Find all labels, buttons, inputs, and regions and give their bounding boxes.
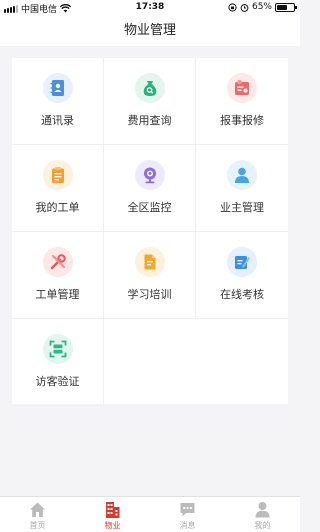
- document-icon: [144, 254, 156, 270]
- icon-circle: [227, 160, 257, 190]
- camera-icon: [144, 167, 156, 184]
- grid-item-monitoring[interactable]: 全区监控: [104, 145, 196, 232]
- grid-item-fee-query[interactable]: 费用查询: [104, 58, 196, 145]
- icon-circle: [135, 73, 165, 103]
- grid-item-label: 我的工单: [35, 201, 80, 214]
- building-icon: [106, 502, 120, 518]
- money-bag-icon: [143, 81, 157, 96]
- contacts-icon: [50, 80, 64, 96]
- icon-circle: [227, 73, 257, 103]
- grid-item-label: 报事报修: [220, 114, 264, 127]
- status-bar: 中国电信 17:38 65%: [0, 0, 300, 16]
- tab-property[interactable]: 物业: [75, 497, 150, 532]
- home-icon: [30, 502, 45, 517]
- tab-bar: 首页 物业 消息 我的: [0, 496, 300, 532]
- icon-circle: [227, 247, 257, 277]
- grid-item-label: 全区监控: [127, 201, 172, 214]
- grid-item-contacts[interactable]: 通讯录: [12, 58, 104, 145]
- grid-item-my-orders[interactable]: 我的工单: [12, 145, 104, 232]
- tab-label: 消息: [179, 521, 196, 530]
- grid-item-label: 业主管理: [220, 201, 264, 214]
- tools-icon: [50, 254, 66, 270]
- icon-circle: [43, 73, 73, 103]
- grid-item-owner-management[interactable]: 业主管理: [196, 145, 288, 232]
- grid-item-label: 费用查询: [127, 114, 172, 127]
- grid-item-label: 访客验证: [35, 375, 80, 388]
- grid-item-online-assessment[interactable]: 在线考核: [196, 232, 288, 319]
- grid-item-label: 学习培训: [127, 288, 172, 301]
- repair-report-icon: [235, 80, 249, 95]
- grid-item-visitor-verification[interactable]: 访客验证: [12, 319, 104, 406]
- grid-item-label: 通讯录: [41, 114, 74, 127]
- alarm-icon: [240, 3, 249, 12]
- battery-percent: 65%: [251, 2, 272, 12]
- clipboard-icon: [52, 167, 64, 183]
- grid-item-repair-report[interactable]: 报事报修: [196, 58, 288, 145]
- battery-fill: [277, 4, 288, 10]
- tab-label: 物业: [104, 521, 121, 530]
- scan-icon: [49, 340, 67, 358]
- function-grid: 通讯录 费用查询 报事报修 我的工单 全区监控 业主管理 工单管理 学习培训 在…: [12, 58, 288, 406]
- icon-circle: [135, 160, 165, 190]
- tab-home[interactable]: 首页: [0, 497, 75, 532]
- grid-item-label: 工单管理: [35, 288, 80, 301]
- orientation-lock-icon: [228, 2, 237, 12]
- edit-icon: [235, 256, 250, 269]
- tab-profile[interactable]: 我的: [225, 497, 300, 532]
- icon-circle: [43, 160, 73, 190]
- battery-icon: [275, 2, 297, 12]
- tab-messages[interactable]: 消息: [150, 497, 225, 532]
- message-icon: [180, 503, 195, 517]
- tab-label: 我的: [254, 521, 271, 530]
- profile-icon: [255, 502, 270, 518]
- grid-item-work-order-management[interactable]: 工单管理: [12, 232, 104, 319]
- icon-circle: [43, 334, 73, 364]
- grid-item-training[interactable]: 学习培训: [104, 232, 196, 319]
- grid-item-label: 在线考核: [220, 288, 264, 301]
- icon-circle: [43, 247, 73, 277]
- icon-circle: [135, 247, 165, 277]
- user-icon: [235, 167, 249, 183]
- page-title: 物业管理: [123, 23, 176, 38]
- nav-bar: 物业管理: [0, 16, 300, 46]
- status-right: 65%: [228, 2, 297, 12]
- tab-label: 首页: [29, 521, 46, 530]
